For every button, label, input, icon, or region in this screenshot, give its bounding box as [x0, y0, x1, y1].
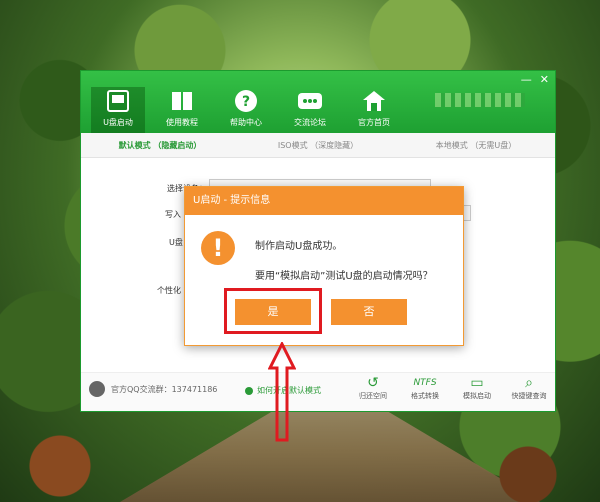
tool-label: 模拟启动 [463, 392, 491, 400]
nav-home[interactable]: 官方首页 [347, 87, 401, 133]
tab-iso-mode[interactable]: ISO模式 （深度隐藏） [239, 140, 397, 151]
ntfs-icon: NTFS [413, 378, 437, 388]
nav-label: 交流论坛 [294, 118, 326, 127]
window-controls: — ✕ [521, 73, 549, 86]
nav-label: 使用教程 [166, 118, 198, 127]
mode-tabs: 默认模式 （隐藏启动） ISO模式 （深度隐藏） 本地模式 （无需U盘） [81, 133, 555, 158]
search-icon: ⌕ [525, 375, 533, 391]
no-button[interactable]: 否 [331, 299, 407, 325]
close-icon[interactable]: ✕ [540, 73, 549, 86]
home-icon [363, 91, 385, 111]
tool-label: 快捷键查询 [511, 392, 547, 400]
top-nav: U盘启动 使用教程 ? 帮助中心 交流论坛 官方首页 [91, 87, 401, 133]
qq-group-text: 官方QQ交流群：137471186 [111, 384, 218, 394]
tool-format[interactable]: NTFS 格式转换 [405, 375, 445, 401]
svg-text:?: ? [242, 94, 250, 110]
book-icon [172, 92, 192, 110]
dialog-message-2: 要用“模拟启动”测试U盘的启动情况吗？ [255, 271, 433, 282]
minimize-icon[interactable]: — [521, 73, 532, 86]
nav-tutorial[interactable]: 使用教程 [155, 87, 209, 133]
exclamation-icon: ! [201, 231, 235, 265]
info-icon [245, 386, 253, 395]
nav-u-boot[interactable]: U盘启动 [91, 87, 145, 133]
restore-icon: ↺ [367, 375, 379, 391]
custom-label: 个性化 [157, 286, 181, 295]
nav-label: 帮助中心 [230, 118, 262, 127]
qq-icon [89, 381, 105, 397]
tab-local-mode[interactable]: 本地模式 （无需U盘） [397, 140, 555, 151]
footer: 官方QQ交流群：137471186 如何开启默认模式 ↺ 归还空间 NTFS 格… [81, 372, 555, 411]
write-label: 写入 [165, 210, 181, 219]
tab-default-mode[interactable]: 默认模式 （隐藏启动） [81, 140, 239, 151]
nav-label: 官方首页 [358, 118, 390, 127]
toolbar: ↺ 归还空间 NTFS 格式转换 ▭ 模拟启动 ⌕ 快捷键查询 [353, 375, 549, 401]
tool-simulate[interactable]: ▭ 模拟启动 [457, 375, 497, 401]
highlight-box [224, 288, 322, 334]
background-leaves [0, 412, 600, 502]
u-label: U盘 [169, 238, 183, 247]
dialog-message-1: 制作启动U盘成功。 [255, 241, 343, 252]
nav-forum[interactable]: 交流论坛 [283, 87, 337, 133]
monitor-icon: ▭ [470, 375, 484, 391]
qq-group: 官方QQ交流群：137471186 [89, 381, 217, 397]
banner-image [435, 93, 525, 107]
title-bar: — ✕ U盘启动 使用教程 ? 帮助中心 交流论坛 官方首页 [81, 71, 555, 133]
usb-drive-icon [107, 90, 129, 112]
tool-hotkey[interactable]: ⌕ 快捷键查询 [509, 375, 549, 401]
nav-help[interactable]: ? 帮助中心 [219, 87, 273, 133]
up-arrow-icon [268, 342, 296, 442]
chat-icon [298, 93, 322, 109]
tool-label: 归还空间 [359, 392, 387, 400]
nav-label: U盘启动 [103, 118, 133, 127]
question-icon: ? [235, 90, 257, 112]
tool-label: 格式转换 [411, 392, 439, 400]
dialog-title: U启动 - 提示信息 [185, 187, 463, 215]
tool-restore[interactable]: ↺ 归还空间 [353, 375, 393, 401]
